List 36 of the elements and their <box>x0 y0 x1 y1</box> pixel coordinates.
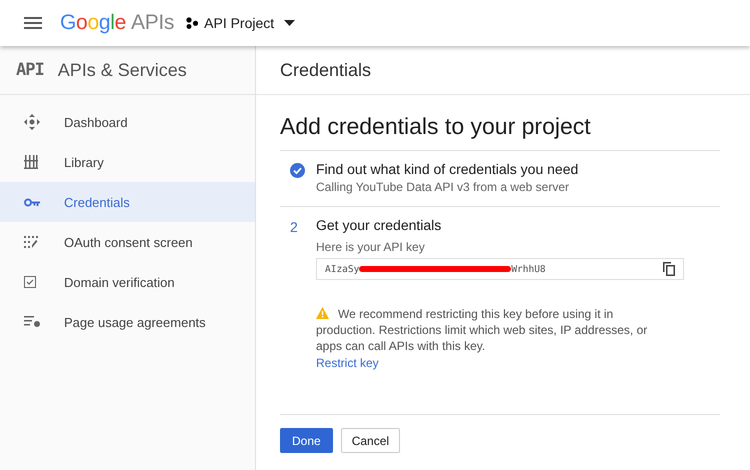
api-logo: API <box>16 60 44 80</box>
sidebar-item[interactable]: Library <box>0 142 255 182</box>
logo-text[interactable]: Google APIs <box>60 11 174 35</box>
api-key-label: Here is your API key <box>316 240 426 254</box>
page-heading: Add credentials to your project <box>280 113 592 140</box>
restrict-key-link[interactable]: Restrict key <box>316 356 379 370</box>
copy-icon[interactable] <box>663 262 675 276</box>
warning-icon <box>316 307 329 319</box>
dropdown-caret-icon <box>284 20 296 26</box>
done-button[interactable]: Done <box>280 428 333 453</box>
project-dots-icon <box>186 17 198 29</box>
step-title: Get your credentials <box>316 217 442 233</box>
page-title: Credentials <box>280 60 372 80</box>
api-key-text: AIzaSy <box>325 264 360 274</box>
sidebar-item[interactable]: Credentials <box>0 182 255 222</box>
sidebar-title: APIs & Services <box>58 60 187 80</box>
consent-screen-icon <box>24 236 38 248</box>
menu-icon[interactable] <box>24 17 42 29</box>
sidebar-item[interactable]: Domain verification <box>0 262 255 302</box>
api-key-text: WrhhU8 <box>511 264 546 274</box>
step-subtitle: Calling YouTube Data API v3 from a web server <box>316 180 570 194</box>
step-number: 2 <box>290 219 298 235</box>
key-icon <box>24 198 40 206</box>
sidebar-item[interactable]: Dashboard <box>0 102 255 142</box>
warning-text: We recommend restricting this key before using it in production. Restrictions limit which web sites, IP addresses, or apps can call APIs with this key. <box>316 306 648 354</box>
list-settings-icon <box>24 316 41 328</box>
dashboard-icon <box>24 114 40 130</box>
sidebar-item[interactable]: Page usage agreements <box>0 302 255 342</box>
sidebar-item[interactable]: OAuth consent screen <box>0 222 255 262</box>
step-title: Find out what kind of credentials you need <box>316 161 580 177</box>
project-selector[interactable]: API Project <box>186 15 296 31</box>
cancel-button[interactable]: Cancel <box>340 428 400 453</box>
api-key-field[interactable]: AIzaSy WrhhU8 <box>316 258 684 280</box>
checkbox-icon <box>24 276 36 288</box>
check-circle-icon <box>290 163 305 178</box>
library-icon <box>24 155 38 169</box>
